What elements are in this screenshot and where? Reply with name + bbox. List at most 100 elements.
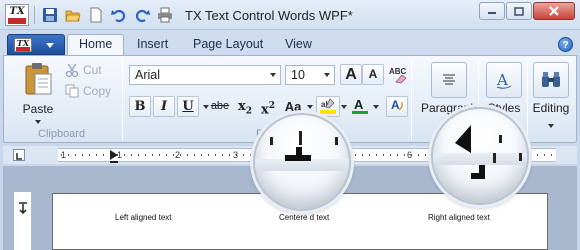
left-aligned-text[interactable]: Left aligned text — [115, 213, 171, 222]
tab-home[interactable]: Home — [67, 34, 125, 56]
strikethrough-button[interactable]: abe — [209, 96, 231, 117]
vertical-ruler[interactable] — [14, 192, 32, 250]
copy-label: Copy — [83, 84, 112, 98]
font-name-combo[interactable]: Arial — [129, 65, 281, 85]
superscript-button[interactable]: x2 — [257, 96, 279, 117]
subscript-button[interactable]: x2 — [234, 96, 256, 117]
svg-text:ABC: ABC — [389, 67, 407, 76]
ruler-tick — [187, 154, 188, 156]
help-icon[interactable]: ? — [558, 37, 573, 52]
maximize-button[interactable] — [506, 2, 532, 20]
ruler-tick — [131, 154, 132, 156]
ruler-tick — [355, 154, 356, 156]
cut-button[interactable]: Cut — [64, 61, 102, 79]
ruler-tick — [530, 154, 531, 156]
app-logo-icon[interactable]: TX — [5, 4, 29, 26]
font-size-combo[interactable]: 10 — [285, 65, 335, 85]
open-folder-icon[interactable] — [63, 6, 83, 24]
font-color-button[interactable]: A — [349, 96, 371, 117]
copy-icon — [64, 83, 80, 99]
highlight-dropdown-icon[interactable] — [341, 105, 347, 109]
strikethrough-label: abe — [210, 100, 230, 112]
app-menu-logo-icon: TX — [14, 38, 32, 52]
shrink-font-button[interactable]: A — [362, 64, 384, 85]
change-case-label: Aa — [284, 99, 302, 114]
ruler-tick — [145, 154, 146, 156]
ruler-tick — [173, 154, 174, 156]
tab-insert[interactable]: Insert — [137, 35, 168, 55]
ruler-tick — [159, 154, 160, 156]
ruler-tick — [82, 154, 83, 156]
ruler-tick — [425, 154, 426, 156]
indent-marker-icon[interactable] — [109, 148, 119, 168]
magnifier-lens-right — [431, 107, 529, 205]
ruler-tick — [138, 154, 139, 156]
bold-button[interactable]: B — [129, 96, 151, 117]
undo-icon[interactable] — [109, 6, 129, 24]
save-icon[interactable] — [40, 6, 60, 24]
redo-icon[interactable] — [132, 6, 152, 24]
font-color-dropdown-icon[interactable] — [373, 105, 379, 109]
minimize-button[interactable] — [479, 2, 505, 20]
ruler-tick — [152, 154, 153, 156]
text-effects-button[interactable]: A — [386, 96, 408, 117]
ruler-number: 1 — [61, 150, 66, 160]
ruler-tick — [180, 154, 181, 156]
ruler-tick — [369, 154, 370, 156]
clipboard-icon — [25, 63, 52, 95]
ruler-tick — [418, 154, 419, 156]
subscript-index: 2 — [245, 106, 253, 117]
ruler-tick — [404, 154, 405, 156]
subscript-label: x — [237, 99, 246, 114]
paragraph-align-icon — [431, 62, 467, 98]
copy-button[interactable]: Copy — [64, 82, 111, 100]
underline-label: U — [182, 99, 194, 114]
ruler-tick — [124, 154, 125, 156]
clipboard-group-label: Clipboard — [38, 128, 86, 140]
svg-text:A: A — [354, 97, 364, 112]
paste-dropdown-icon — [35, 120, 41, 124]
tab-view[interactable]: View — [285, 35, 312, 55]
close-button[interactable] — [533, 2, 575, 20]
italic-button[interactable]: I — [153, 96, 175, 117]
editing-button[interactable]: Editing — [529, 62, 573, 128]
ruler-tick — [250, 154, 251, 156]
print-icon[interactable] — [155, 6, 175, 24]
app-logo-text: TX — [9, 6, 25, 17]
ruler-tick — [376, 154, 377, 156]
qat-separator — [34, 6, 35, 24]
paste-label: Paste — [22, 102, 54, 116]
ruler-tick — [89, 154, 90, 156]
maximize-icon — [514, 6, 524, 16]
right-aligned-text[interactable]: Right aligned text — [428, 213, 490, 222]
clear-formatting-button[interactable]: ABC — [387, 63, 409, 84]
application-menu-button[interactable]: TX — [7, 34, 65, 55]
ruler-tick — [362, 154, 363, 156]
decimal-tab-stop-icon — [455, 125, 522, 179]
svg-text:A: A — [496, 71, 508, 89]
highlight-button[interactable]: ab — [316, 96, 340, 117]
paste-button[interactable]: Paste — [16, 62, 60, 132]
tab-page-layout[interactable]: Page Layout — [193, 35, 263, 55]
ruler-tick — [215, 154, 216, 156]
ruler-number: 3 — [233, 150, 238, 160]
vertical-margin-marker-icon — [19, 202, 27, 215]
ruler-number: 6 — [407, 150, 412, 160]
centered-text[interactable]: Centere d text — [279, 213, 329, 222]
underline-button[interactable]: U — [177, 96, 199, 117]
center-tab-stop-icon — [270, 131, 338, 161]
grow-font-button[interactable]: A — [340, 64, 362, 85]
new-document-icon[interactable] — [86, 6, 106, 24]
group-separator — [122, 60, 123, 140]
magnifier-lens-center — [253, 113, 351, 211]
ruler-number: 2 — [175, 150, 180, 160]
highlighter-icon: ab — [320, 98, 336, 114]
ruler-tick — [229, 154, 230, 156]
italic-label: I — [160, 99, 168, 114]
group-separator — [411, 60, 412, 140]
change-case-dropdown-icon[interactable] — [307, 105, 313, 109]
chevron-down-icon — [324, 73, 330, 77]
superscript-index: 2 — [268, 101, 276, 111]
ruler-tick — [222, 154, 223, 156]
clear-formatting-icon: ABC — [389, 67, 407, 84]
